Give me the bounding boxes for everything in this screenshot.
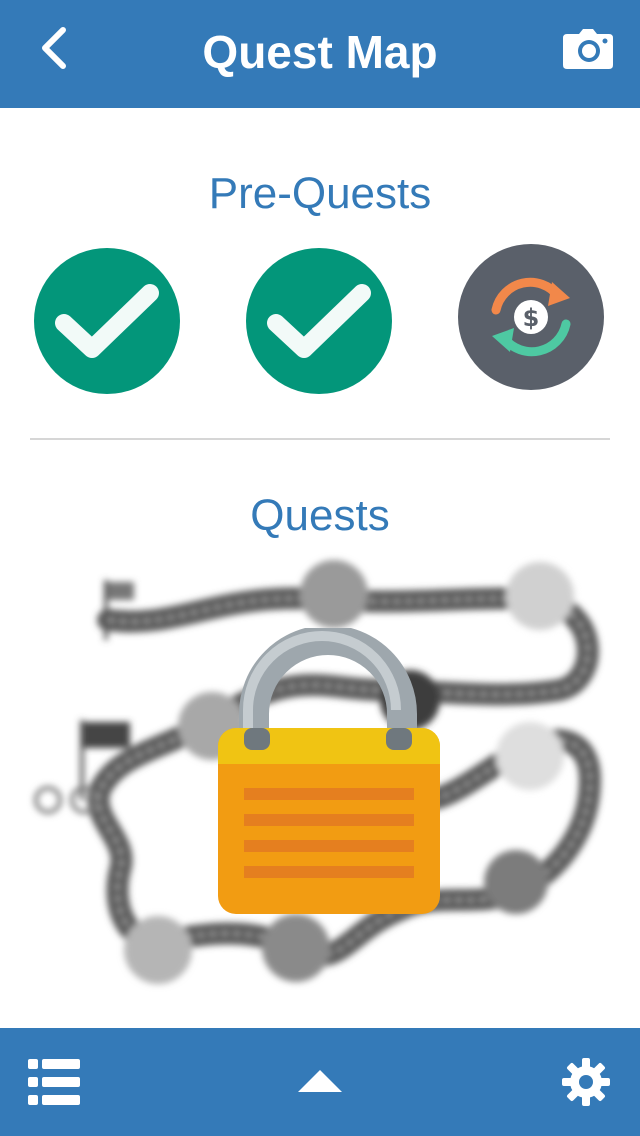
padlock-icon xyxy=(218,628,440,914)
settings-button[interactable] xyxy=(554,1050,618,1114)
section-divider xyxy=(30,438,610,440)
list-icon xyxy=(28,1059,80,1105)
quests-title: Quests xyxy=(250,491,390,540)
checkmark-icon xyxy=(267,284,371,358)
list-button[interactable] xyxy=(22,1050,86,1114)
expand-up-button[interactable] xyxy=(288,1050,352,1114)
bottom-bar xyxy=(0,1028,640,1136)
dollar-exchange-icon: $ xyxy=(491,277,571,357)
pre-quests-title: Pre-Quests xyxy=(208,169,432,218)
checkmark-icon xyxy=(55,284,159,358)
svg-text:$: $ xyxy=(523,304,540,332)
pre-quest-2[interactable] xyxy=(246,248,392,394)
camera-icon xyxy=(563,29,613,69)
gear-icon xyxy=(562,1058,610,1106)
chevron-up-icon xyxy=(298,1070,342,1092)
page-title: Quest Map xyxy=(202,26,438,78)
top-bar: Quest Map xyxy=(0,0,640,108)
camera-button[interactable] xyxy=(560,24,616,74)
pre-quest-3[interactable]: $ xyxy=(458,244,604,390)
pre-quest-1[interactable] xyxy=(34,248,180,394)
